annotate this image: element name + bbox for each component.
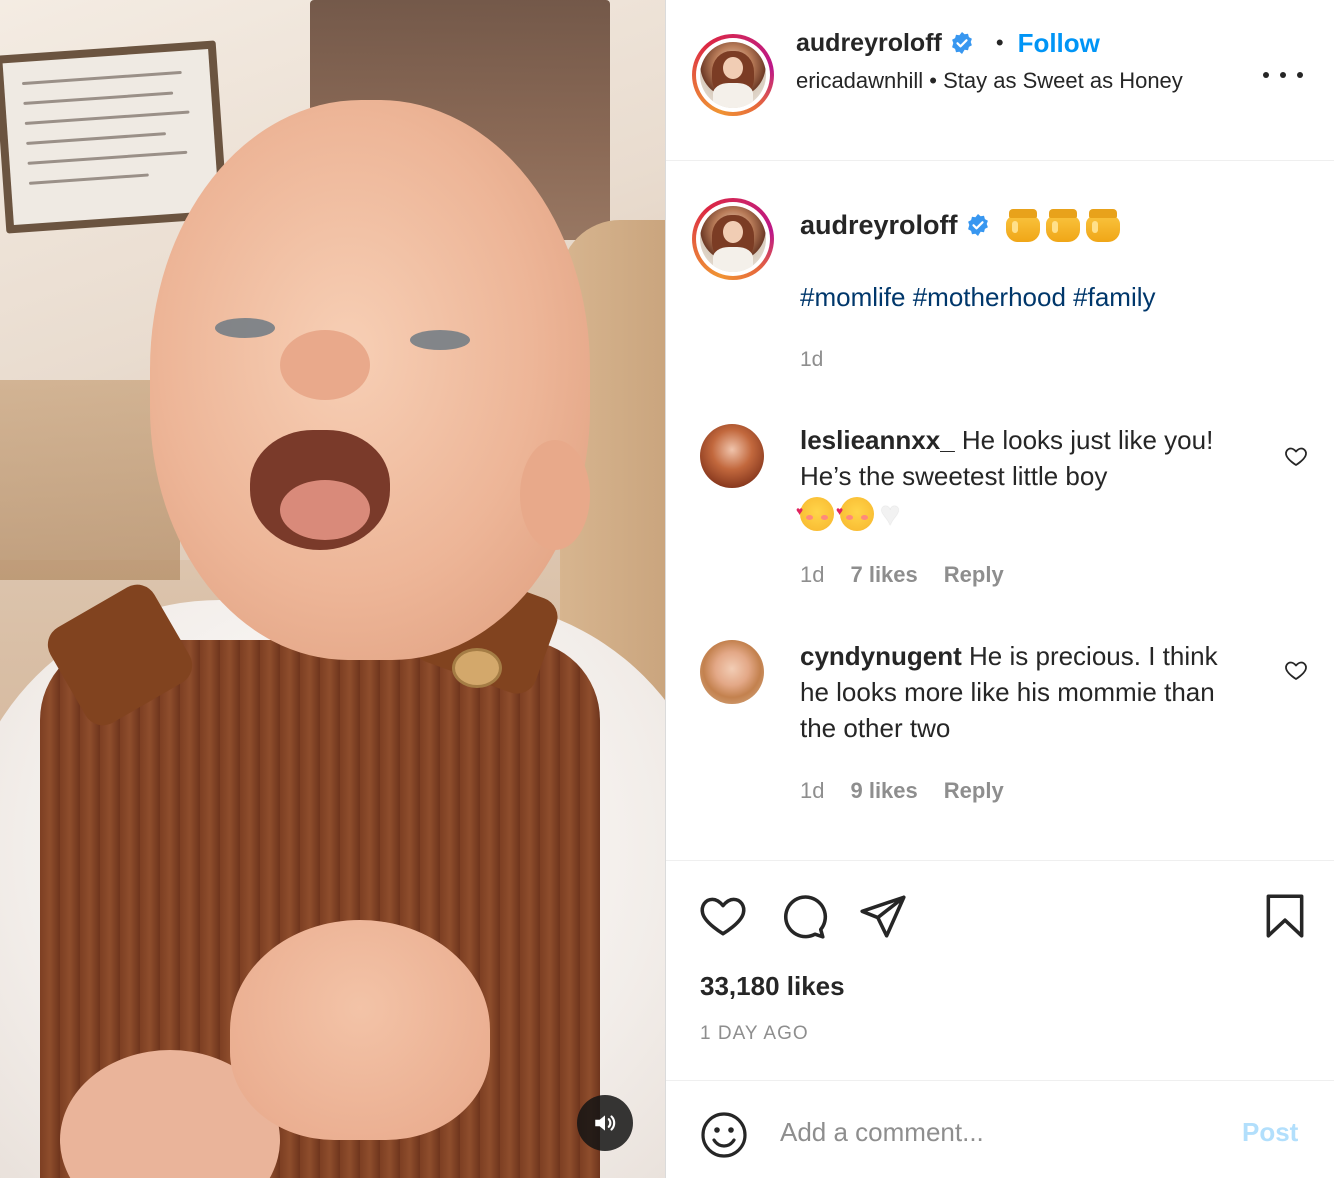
add-comment-bar: Post bbox=[666, 1080, 1334, 1178]
heart-icon[interactable] bbox=[698, 891, 748, 941]
smiling-face-with-hearts-emoji: ♥ bbox=[836, 497, 874, 532]
smiling-face-with-hearts-emoji: ♥ bbox=[796, 497, 834, 532]
header-avatar[interactable] bbox=[692, 34, 774, 116]
post-comment-button[interactable]: Post bbox=[1242, 1117, 1298, 1148]
comment-likes[interactable]: 9 likes bbox=[850, 778, 917, 804]
sound-toggle-button[interactable] bbox=[577, 1095, 633, 1151]
comment-avatar[interactable] bbox=[700, 640, 764, 704]
comment-username[interactable]: leslieannxx_ bbox=[800, 425, 955, 455]
caption-hashtags[interactable]: #momlife #motherhood #family bbox=[800, 282, 1156, 313]
honey-pot-emoji bbox=[1045, 207, 1080, 243]
post-media[interactable] bbox=[0, 0, 665, 1178]
comments-list: audreyroloff #momlife #motherhood #famil… bbox=[666, 162, 1334, 859]
comment-icon[interactable] bbox=[778, 891, 828, 941]
media-baby-eye-left bbox=[215, 318, 275, 338]
caption-username[interactable]: audreyroloff bbox=[800, 210, 958, 241]
speaker-icon bbox=[595, 1115, 616, 1131]
comment-likes[interactable]: 7 likes bbox=[850, 562, 917, 588]
comment-time[interactable]: 1d bbox=[800, 562, 824, 588]
white-heart-emoji: ♥ bbox=[880, 495, 901, 534]
likes-count[interactable]: 33,180 likes bbox=[700, 971, 845, 1002]
comment-like-heart-icon[interactable] bbox=[1284, 444, 1308, 468]
caption-avatar[interactable] bbox=[692, 198, 774, 280]
comment-meta: 1d 9 likes Reply bbox=[800, 778, 1004, 804]
comment-like-heart-icon[interactable] bbox=[1284, 658, 1308, 682]
share-icon[interactable] bbox=[858, 891, 908, 941]
comment-input[interactable] bbox=[780, 1107, 1220, 1157]
verified-badge-icon bbox=[967, 214, 988, 236]
audio-attribution[interactable]: ericadawnhill • Stay as Sweet as Honey bbox=[796, 66, 1226, 96]
honey-pot-emoji bbox=[1005, 207, 1040, 243]
caption-time[interactable]: 1d bbox=[800, 348, 823, 372]
media-baby-head bbox=[150, 100, 590, 660]
bookmark-icon[interactable] bbox=[1260, 891, 1310, 941]
post-header: audreyroloff • Follow ericadawnhill • St… bbox=[666, 0, 1334, 161]
header-text: audreyroloff • Follow ericadawnhill • St… bbox=[796, 26, 1226, 96]
media-baby-ear bbox=[520, 440, 590, 550]
verified-badge-icon bbox=[951, 32, 972, 54]
comment-avatar[interactable] bbox=[700, 424, 764, 488]
comment-username[interactable]: cyndynugent bbox=[800, 641, 962, 671]
post-timestamp[interactable]: 1 DAY AGO bbox=[700, 1023, 809, 1045]
comment-text: cyndynugent He is precious. I think he l… bbox=[800, 638, 1230, 746]
comment-time[interactable]: 1d bbox=[800, 778, 824, 804]
emoji-smiley-icon[interactable] bbox=[700, 1111, 748, 1159]
media-baby-eye-right bbox=[410, 330, 470, 350]
comment-reply-button[interactable]: Reply bbox=[944, 778, 1004, 804]
media-overall-button bbox=[452, 648, 502, 688]
header-dot-separator: • bbox=[995, 30, 1004, 55]
post-actions: 33,180 likes 1 DAY AGO bbox=[666, 860, 1334, 1080]
comment-reply-button[interactable]: Reply bbox=[944, 562, 1004, 588]
comment-text: leslieannxx_ He looks just like you! He’… bbox=[796, 422, 1230, 534]
media-baby-nose bbox=[280, 330, 370, 400]
media-baby-hands bbox=[230, 920, 490, 1140]
follow-button[interactable]: Follow bbox=[1018, 28, 1100, 59]
comment-meta: 1d 7 likes Reply bbox=[800, 562, 1004, 588]
post-sidebar: audreyroloff • Follow ericadawnhill • St… bbox=[665, 0, 1334, 1178]
caption-header: audreyroloff bbox=[800, 205, 1120, 245]
honey-pot-emoji bbox=[1085, 207, 1120, 243]
header-username[interactable]: audreyroloff bbox=[796, 29, 942, 58]
more-horizontal-icon[interactable] bbox=[1263, 60, 1303, 90]
media-baby-tongue bbox=[280, 480, 370, 540]
